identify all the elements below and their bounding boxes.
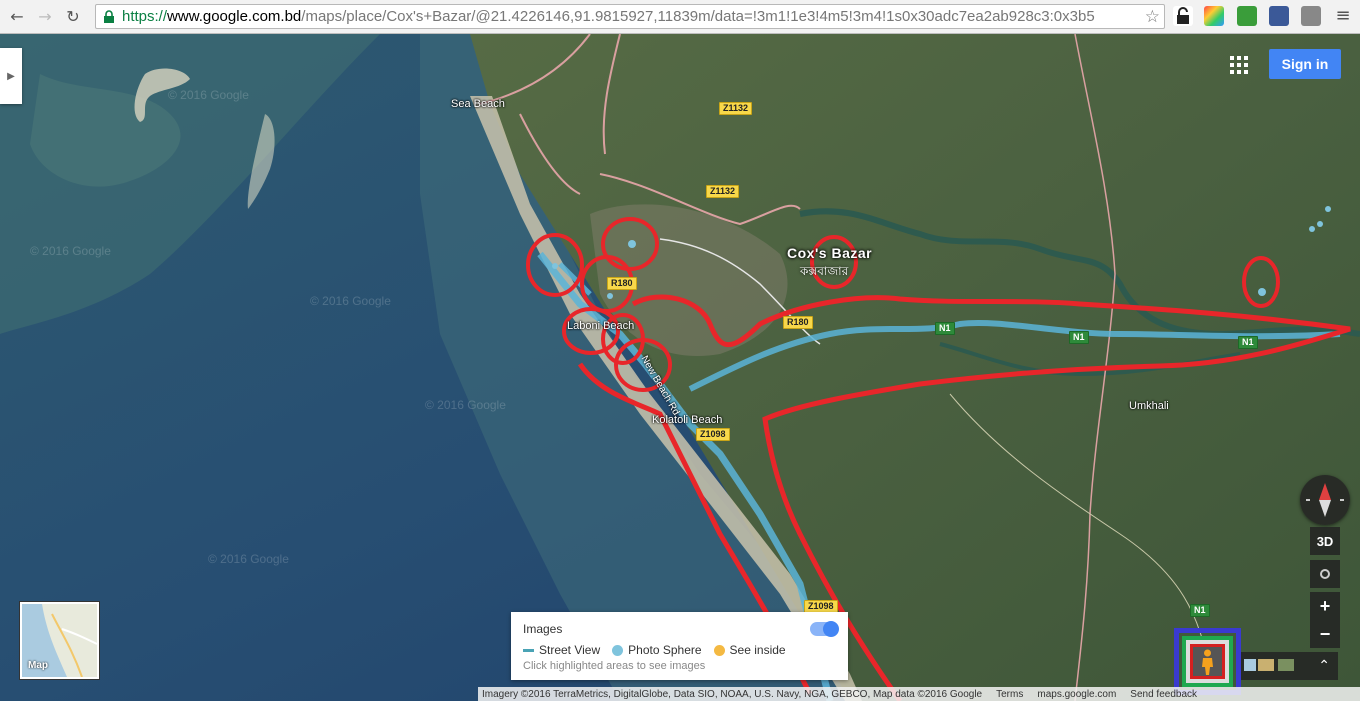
browser-toolbar: ← → ↻ https://www.google.com.bd/maps/pla…: [0, 0, 1360, 34]
layer-thumbnail[interactable]: [1278, 659, 1294, 671]
city-label-bengali: কক্সবাজার: [800, 264, 849, 278]
see-inside-dot-icon: [713, 644, 725, 656]
colorful-extension-icon[interactable]: [1204, 6, 1224, 26]
pegman-icon: [1202, 649, 1213, 675]
road-shield-r180: R180: [783, 316, 813, 329]
pegman-highlight-blue: [1174, 628, 1241, 695]
download-extension-icon[interactable]: [1237, 6, 1257, 26]
lock-icon: [104, 9, 114, 23]
road-shield-z1132: Z1132: [719, 102, 753, 115]
map-canvas[interactable]: © 2016 Google © 2016 Google © 2016 Googl…: [0, 34, 1360, 701]
road-shield-n1: N1: [935, 322, 955, 335]
photo-sphere-dot-icon: [612, 644, 624, 656]
map-footer: Imagery ©2016 TerraMetrics, DigitalGlobe…: [478, 687, 1360, 701]
street-view-line-icon: [523, 648, 534, 652]
thumbs-up-extension-icon[interactable]: [1269, 6, 1289, 26]
apps-grid-icon[interactable]: [1228, 54, 1250, 76]
watermark: © 2016 Google: [310, 294, 391, 308]
imagery-attribution: Imagery ©2016 TerraMetrics, DigitalGlobe…: [482, 688, 983, 700]
legend-street-view: Street View: [523, 643, 600, 657]
layer-thumbnail[interactable]: [1258, 659, 1274, 671]
place-label-kolatoli-beach[interactable]: Kolatoli Beach: [652, 414, 722, 426]
site-link[interactable]: maps.google.com: [1037, 689, 1116, 700]
legend-see-inside: See inside: [713, 643, 786, 657]
arrow-left-icon: ←: [10, 7, 24, 26]
compass-icon[interactable]: [1300, 475, 1350, 525]
legend-photo-sphere: Photo Sphere: [612, 643, 702, 657]
zoom-out-button[interactable]: −: [1310, 620, 1340, 648]
expand-button[interactable]: ⌃: [1318, 657, 1330, 674]
target-icon: [1320, 569, 1330, 579]
chevron-right-icon: ▶: [7, 70, 15, 82]
place-label-sea-beach[interactable]: Sea Beach: [451, 98, 505, 110]
watermark: © 2016 Google: [168, 88, 249, 102]
road-shield-n1: N1: [1238, 336, 1258, 349]
place-label-umkhali[interactable]: Umkhali: [1129, 400, 1169, 412]
url-host: www.google.com.bd: [167, 8, 302, 25]
sign-in-button[interactable]: Sign in: [1269, 49, 1341, 79]
zoom-in-button[interactable]: +: [1310, 592, 1340, 620]
images-legend: Street View Photo Sphere See inside: [523, 643, 836, 657]
road-shield-r180: R180: [607, 277, 637, 290]
back-button[interactable]: ←: [6, 6, 28, 28]
city-label[interactable]: Cox's Bazar: [787, 245, 872, 261]
reload-icon: ↻: [66, 7, 80, 26]
reload-button[interactable]: ↻: [62, 6, 84, 28]
watermark: © 2016 Google: [30, 244, 111, 258]
images-panel-title: Images: [523, 622, 563, 636]
map-view-thumbnail[interactable]: Map: [20, 602, 99, 679]
menu-icon[interactable]: ≡: [1333, 6, 1353, 26]
watermark: © 2016 Google: [425, 398, 506, 412]
road-shield-n1: N1: [1069, 331, 1089, 344]
road-shield-z1132: Z1132: [706, 185, 740, 198]
layer-thumbnail[interactable]: [1244, 659, 1256, 671]
my-location-button[interactable]: [1310, 560, 1340, 588]
arrow-down-extension-icon[interactable]: [1301, 6, 1321, 26]
satellite-imagery: [0, 34, 1360, 701]
watermark: © 2016 Google: [208, 552, 289, 566]
address-bar[interactable]: https://www.google.com.bd/maps/place/Cox…: [95, 4, 1165, 29]
arrow-right-icon: →: [38, 7, 52, 26]
imagery-layer-strip[interactable]: ⌃: [1240, 652, 1338, 680]
thumbnail-label: Map: [28, 660, 48, 671]
3d-button[interactable]: 3D: [1310, 527, 1340, 555]
place-label-laboni-beach[interactable]: Laboni Beach: [567, 320, 634, 332]
padlock-extension-icon[interactable]: [1173, 6, 1193, 26]
url-path: /maps/place/Cox's+Bazar/@21.4226146,91.9…: [301, 8, 1095, 25]
url-scheme: https://: [122, 8, 168, 25]
side-panel-toggle[interactable]: ▶: [0, 48, 22, 104]
images-panel: Images Street View Photo Sphere See insi…: [511, 612, 848, 680]
road-shield-z1098: Z1098: [696, 428, 730, 441]
pegman-button[interactable]: [1190, 644, 1225, 679]
images-hint: Click highlighted areas to see images: [523, 660, 706, 672]
road-shield-n1: N1: [1190, 604, 1210, 617]
pegman-highlight-green: [1182, 636, 1233, 687]
images-toggle[interactable]: [810, 621, 839, 637]
star-icon[interactable]: ☆: [1145, 7, 1160, 27]
send-feedback-link[interactable]: Send feedback: [1130, 689, 1197, 700]
forward-button[interactable]: →: [34, 6, 56, 28]
terms-link[interactable]: Terms: [996, 689, 1023, 700]
